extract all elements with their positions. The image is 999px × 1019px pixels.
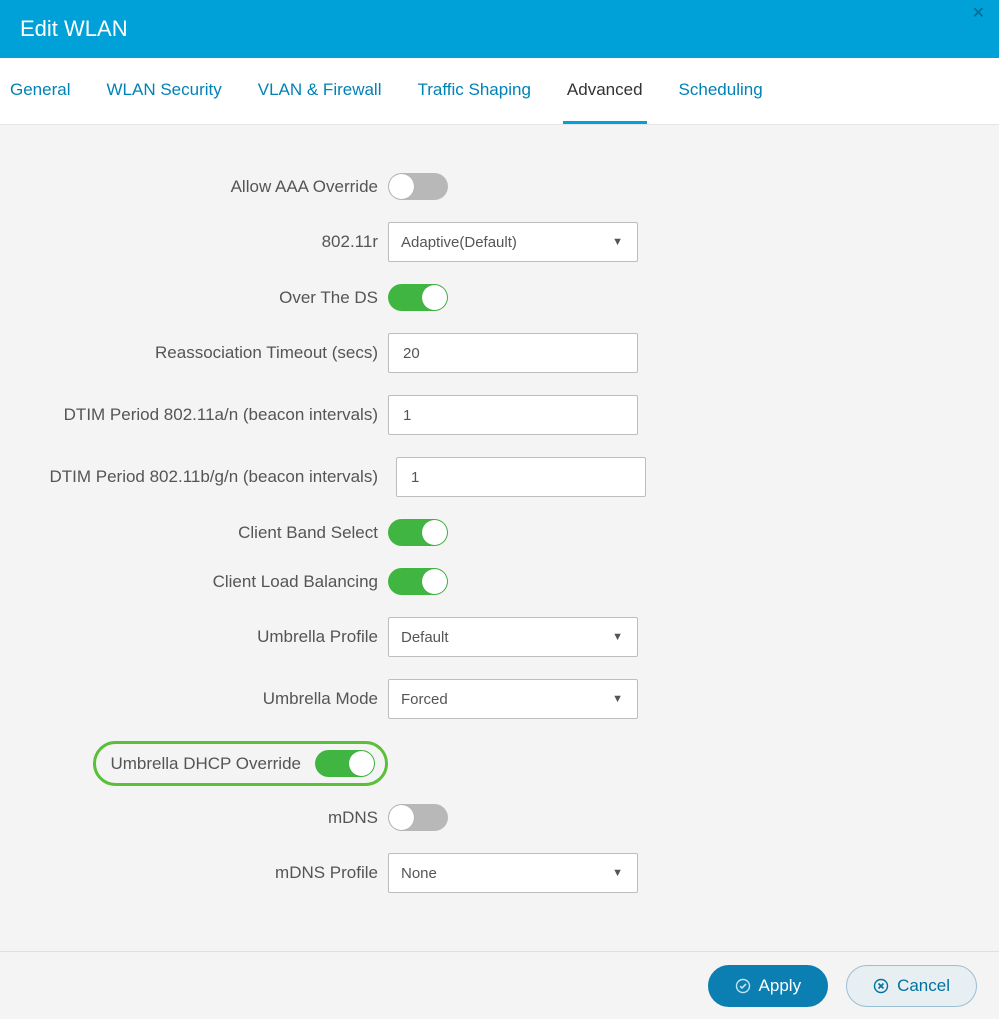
tab-traffic-shaping[interactable]: Traffic Shaping xyxy=(414,72,535,110)
tab-wlan-security[interactable]: WLAN Security xyxy=(102,72,225,110)
cancel-button[interactable]: Cancel xyxy=(846,965,977,1007)
input-dtim-a[interactable] xyxy=(388,395,638,435)
toggle-over-the-ds[interactable] xyxy=(388,284,448,311)
dialog-header: Edit WLAN ✕ xyxy=(0,0,999,58)
select-mdns-profile[interactable]: None ▼ xyxy=(388,853,638,893)
label-umbrella-dhcp-override: Umbrella DHCP Override xyxy=(110,754,315,774)
chevron-down-icon: ▼ xyxy=(612,693,623,705)
cancel-button-label: Cancel xyxy=(897,976,950,996)
label-mdns: mDNS xyxy=(0,808,388,828)
input-dtim-b[interactable] xyxy=(396,457,646,497)
apply-button-label: Apply xyxy=(759,976,802,996)
label-reassociation-timeout: Reassociation Timeout (secs) xyxy=(0,343,388,363)
toggle-aaa-override[interactable] xyxy=(388,173,448,200)
select-80211r[interactable]: Adaptive(Default) ▼ xyxy=(388,222,638,262)
chevron-down-icon: ▼ xyxy=(612,236,623,248)
apply-button[interactable]: Apply xyxy=(708,965,829,1007)
label-mdns-profile: mDNS Profile xyxy=(0,863,388,883)
label-umbrella-mode: Umbrella Mode xyxy=(0,689,388,709)
toggle-client-band-select[interactable] xyxy=(388,519,448,546)
select-mdns-profile-value: None xyxy=(401,865,437,882)
tab-scheduling[interactable]: Scheduling xyxy=(675,72,767,110)
select-umbrella-mode-value: Forced xyxy=(401,691,448,708)
close-icon[interactable]: ✕ xyxy=(972,6,985,22)
chevron-down-icon: ▼ xyxy=(612,631,623,643)
select-80211r-value: Adaptive(Default) xyxy=(401,234,517,251)
toggle-umbrella-dhcp-override[interactable] xyxy=(315,750,375,777)
label-dtim-b: DTIM Period 802.11b/g/n (beacon interval… xyxy=(0,467,388,487)
label-dtim-a: DTIM Period 802.11a/n (beacon intervals) xyxy=(0,405,388,425)
tab-general[interactable]: General xyxy=(6,72,74,110)
input-reassociation-timeout[interactable] xyxy=(388,333,638,373)
select-umbrella-mode[interactable]: Forced ▼ xyxy=(388,679,638,719)
dialog-title: Edit WLAN xyxy=(20,16,128,42)
select-umbrella-profile[interactable]: Default ▼ xyxy=(388,617,638,657)
toggle-mdns[interactable] xyxy=(388,804,448,831)
label-80211r: 802.11r xyxy=(0,232,388,252)
label-client-load-balancing: Client Load Balancing xyxy=(0,572,388,592)
form-area: Allow AAA Override 802.11r Adaptive(Defa… xyxy=(0,125,999,951)
toggle-client-load-balancing[interactable] xyxy=(388,568,448,595)
footer: Apply Cancel xyxy=(0,951,999,1019)
tab-vlan-firewall[interactable]: VLAN & Firewall xyxy=(254,72,386,110)
label-client-band-select: Client Band Select xyxy=(0,523,388,543)
chevron-down-icon: ▼ xyxy=(612,867,623,879)
label-over-the-ds: Over The DS xyxy=(0,288,388,308)
highlight-umbrella-dhcp-override: Umbrella DHCP Override xyxy=(93,741,388,786)
tab-advanced[interactable]: Advanced xyxy=(563,72,647,110)
select-umbrella-profile-value: Default xyxy=(401,629,449,646)
tabs: General WLAN Security VLAN & Firewall Tr… xyxy=(0,72,999,125)
check-circle-icon xyxy=(735,978,751,994)
label-aaa-override: Allow AAA Override xyxy=(0,177,388,197)
x-circle-icon xyxy=(873,978,889,994)
label-umbrella-profile: Umbrella Profile xyxy=(0,627,388,647)
